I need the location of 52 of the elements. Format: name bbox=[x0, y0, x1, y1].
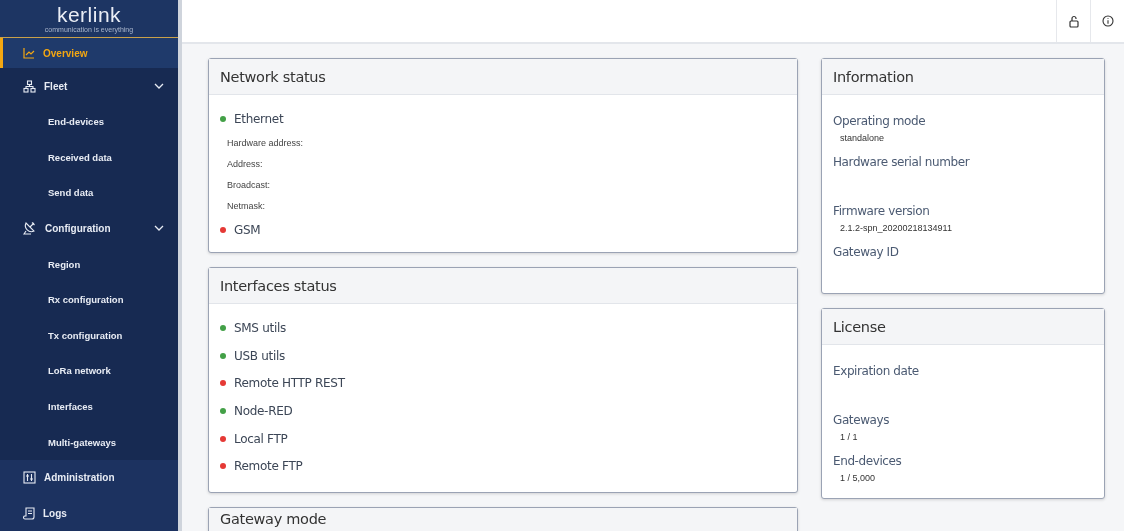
sidebar-subitem[interactable]: Multi-gateways bbox=[0, 424, 178, 460]
field-label: Hardware serial number bbox=[833, 154, 970, 170]
field-value: standalone bbox=[839, 132, 885, 144]
sidebar-subitem[interactable]: LoRa network bbox=[0, 353, 178, 389]
admin-panel-icon bbox=[23, 471, 36, 485]
status-label: Remote FTP bbox=[234, 459, 303, 474]
detail-label: Netmask: bbox=[226, 199, 265, 213]
logo-name: kerlink bbox=[56, 3, 122, 26]
card-title: Information bbox=[822, 59, 1104, 95]
status-label: Local FTP bbox=[234, 431, 288, 446]
unlocked-padlock-icon bbox=[1068, 14, 1079, 28]
card-title: Interfaces status bbox=[209, 268, 797, 305]
card-title: Network status bbox=[209, 59, 797, 95]
field-label: Gateways bbox=[833, 412, 890, 428]
sidebar-subitem[interactable]: Rx configuration bbox=[0, 281, 178, 318]
status-label: Node-RED bbox=[234, 404, 293, 419]
field-label: Firmware version bbox=[833, 203, 930, 219]
sidebar-item[interactable]: Configuration bbox=[0, 210, 178, 247]
detail-label: Address: bbox=[226, 158, 263, 172]
sidebar-subitem[interactable]: Received data bbox=[0, 139, 178, 176]
status-label: Remote HTTP REST bbox=[234, 376, 345, 391]
field-label: Gateway ID bbox=[833, 244, 899, 260]
network-icon bbox=[23, 79, 36, 93]
sidebar-subitem[interactable]: Send data bbox=[0, 175, 178, 211]
chart-icon bbox=[23, 47, 35, 60]
field-value: 1 / 1 bbox=[839, 431, 858, 443]
sidebar-subitem[interactable]: End-devices bbox=[0, 103, 178, 140]
sidebar-subitem[interactable]: Region bbox=[0, 246, 178, 282]
sidebar-item[interactable]: Overview bbox=[0, 38, 178, 69]
status-label: USB utils bbox=[234, 348, 285, 363]
sidebar-item[interactable]: Administration bbox=[0, 459, 178, 496]
chevron-icon bbox=[154, 225, 164, 232]
field-label: Expiration date bbox=[833, 363, 919, 379]
field-label: End-devices bbox=[833, 453, 902, 469]
chevron-icon bbox=[154, 83, 164, 90]
log-file-icon bbox=[23, 506, 35, 520]
card-title: License bbox=[822, 309, 1104, 345]
satellite-dish-icon bbox=[23, 221, 37, 236]
status-label: SMS utils bbox=[234, 321, 286, 336]
detail-label: Broadcast: bbox=[226, 179, 271, 192]
card-title: Gateway mode bbox=[209, 508, 797, 531]
status-label: GSM bbox=[234, 223, 261, 238]
sidebar-subitem[interactable]: Tx configuration bbox=[0, 317, 178, 354]
status-label: Ethernet bbox=[234, 112, 284, 126]
info-icon bbox=[1101, 15, 1114, 27]
detail-label: Hardware address: bbox=[226, 137, 304, 151]
sidebar-item[interactable]: Logs bbox=[0, 495, 178, 531]
field-value: 1 / 5,000 bbox=[839, 472, 876, 484]
field-label: Operating mode bbox=[833, 113, 926, 129]
sidebar-item[interactable]: Fleet bbox=[0, 68, 178, 104]
sidebar-subitem[interactable]: Interfaces bbox=[0, 388, 178, 425]
field-value: 2.1.2-spn_20200218134911 bbox=[839, 222, 952, 234]
